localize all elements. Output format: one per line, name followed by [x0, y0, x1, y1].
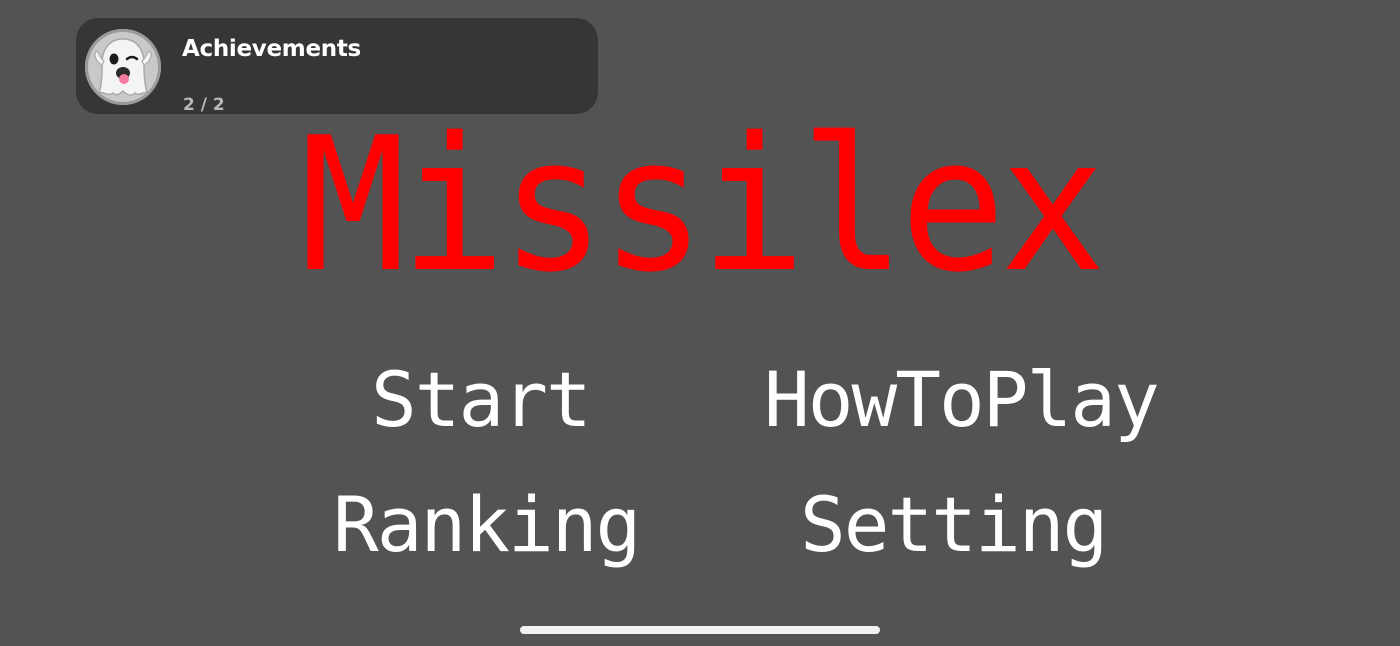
game-title: Missilex — [300, 97, 1106, 314]
ranking-button[interactable]: Ranking — [333, 487, 641, 563]
how-to-play-button[interactable]: HowToPlay — [764, 362, 1160, 438]
start-button[interactable]: Start — [371, 362, 592, 438]
avatar — [85, 29, 161, 105]
achievement-progress: 2 / 2 — [183, 95, 225, 115]
home-indicator[interactable] — [520, 626, 880, 634]
setting-button[interactable]: Setting — [800, 487, 1108, 563]
ghost-icon — [94, 38, 152, 96]
toast-title: Achievements — [182, 36, 361, 62]
